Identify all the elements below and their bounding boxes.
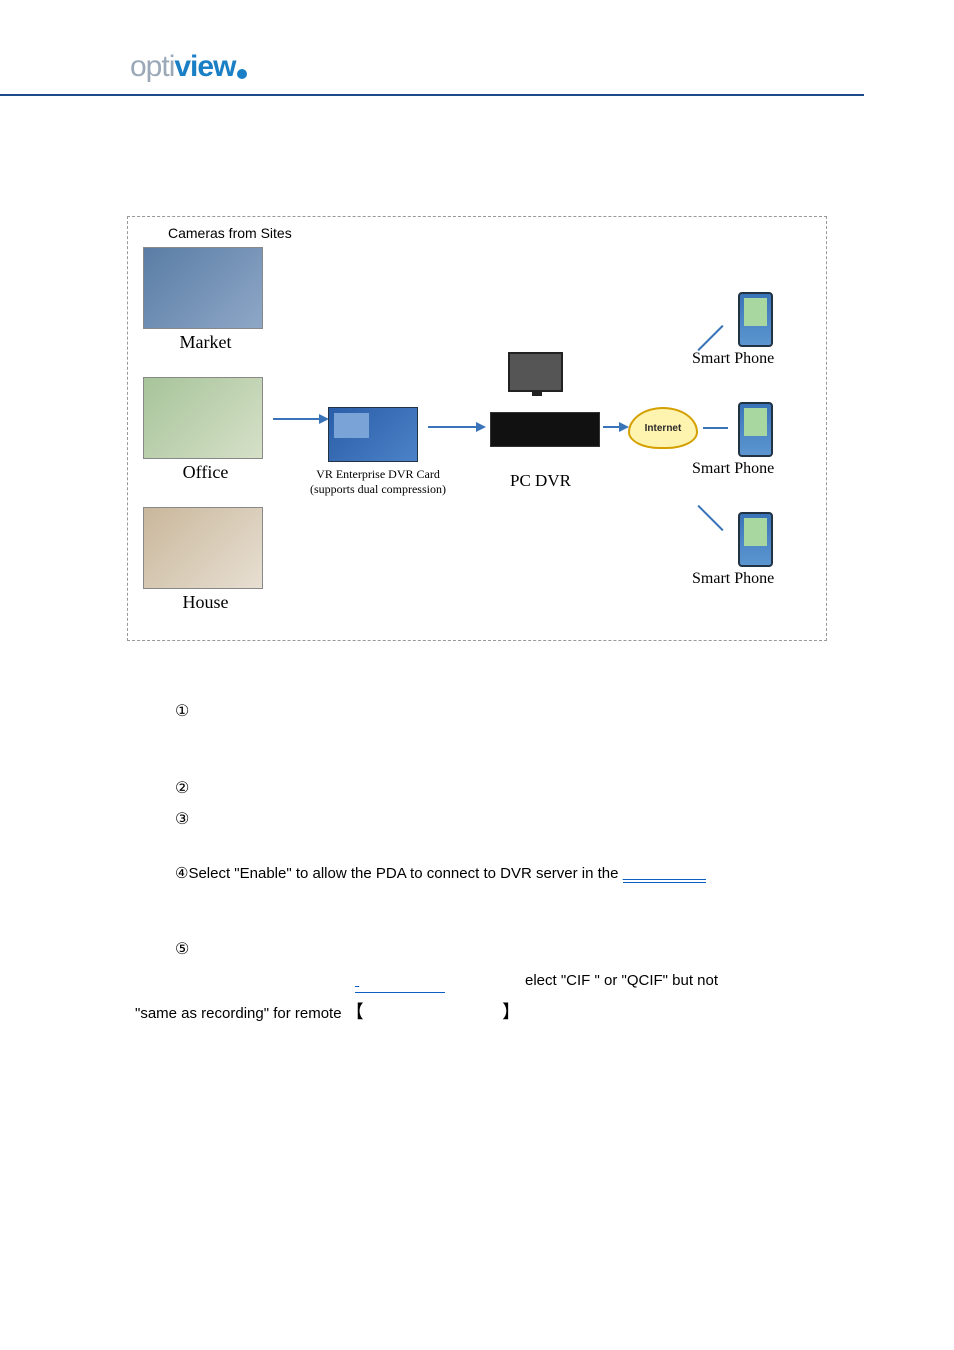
arrow-cam-to-card bbox=[273, 418, 321, 420]
camera-site-house: House bbox=[143, 507, 268, 613]
camera-office-label: Office bbox=[143, 462, 268, 483]
camera-house-image bbox=[143, 507, 263, 589]
elect-text: elect "CIF " or "QCIF" but not bbox=[525, 969, 718, 993]
pc-dvr-label: PC DVR bbox=[510, 471, 571, 491]
step-5-marker: ⑤ bbox=[175, 938, 195, 963]
step-2-marker: ② bbox=[175, 777, 195, 802]
camera-office-image bbox=[143, 377, 263, 459]
arrow-cloud-to-phone-1 bbox=[697, 325, 723, 351]
bracket-close: 】 bbox=[502, 1002, 520, 1022]
page-header: optiview bbox=[0, 0, 864, 96]
dvr-card-sub: (supports dual compression) bbox=[310, 482, 446, 496]
arrow-cloud-to-phone-3 bbox=[697, 505, 723, 531]
smart-phone-3-label: Smart Phone bbox=[692, 570, 774, 588]
camera-market-image bbox=[143, 247, 263, 329]
arrow-pc-to-cloud bbox=[603, 426, 621, 428]
bracket-open: 【 bbox=[346, 1002, 364, 1022]
step-3-marker: ③ bbox=[175, 808, 195, 833]
dvr-card-image bbox=[328, 407, 418, 462]
arrow-cloud-to-phone-2 bbox=[703, 427, 728, 429]
logo-text-2: view bbox=[174, 50, 235, 83]
brand-logo: optiview bbox=[130, 50, 864, 84]
step-4-link[interactable] bbox=[623, 865, 706, 883]
smart-phone-1-label: Smart Phone bbox=[692, 350, 774, 368]
smart-phone-2-label: Smart Phone bbox=[692, 460, 774, 478]
step-1-marker: ① bbox=[175, 700, 195, 725]
camera-site-market: Market bbox=[143, 247, 268, 353]
instruction-content: ① ② ③ ④Select "Enable" to allow the PDA … bbox=[135, 700, 824, 1033]
system-diagram: Cameras from Sites Market Office House V… bbox=[127, 216, 827, 641]
internet-cloud-icon: Internet bbox=[628, 407, 698, 449]
same-as-recording-text: "same as recording" for remote bbox=[135, 1005, 346, 1022]
inline-link-blank[interactable] bbox=[355, 969, 445, 993]
logo-dot-icon bbox=[237, 69, 247, 79]
diagram-heading: Cameras from Sites bbox=[168, 225, 292, 241]
smart-phone-2-icon bbox=[738, 402, 773, 457]
dvr-card-label: VR Enterprise DVR Card (supports dual co… bbox=[303, 467, 453, 497]
logo-text-1: opti bbox=[130, 50, 174, 83]
arrow-card-to-pc bbox=[428, 426, 478, 428]
smart-phone-1-icon bbox=[738, 292, 773, 347]
internet-label: Internet bbox=[645, 423, 682, 434]
dvr-card-title: VR Enterprise DVR Card bbox=[316, 467, 440, 481]
camera-site-office: Office bbox=[143, 377, 268, 483]
smart-phone-3-icon bbox=[738, 512, 773, 567]
camera-market-label: Market bbox=[143, 332, 268, 353]
step-4-text: ④Select "Enable" to allow the PDA to con… bbox=[175, 865, 623, 882]
camera-house-label: House bbox=[143, 592, 268, 613]
pc-dvr-monitor-icon bbox=[508, 352, 563, 392]
pc-dvr-chassis-icon bbox=[490, 412, 600, 447]
